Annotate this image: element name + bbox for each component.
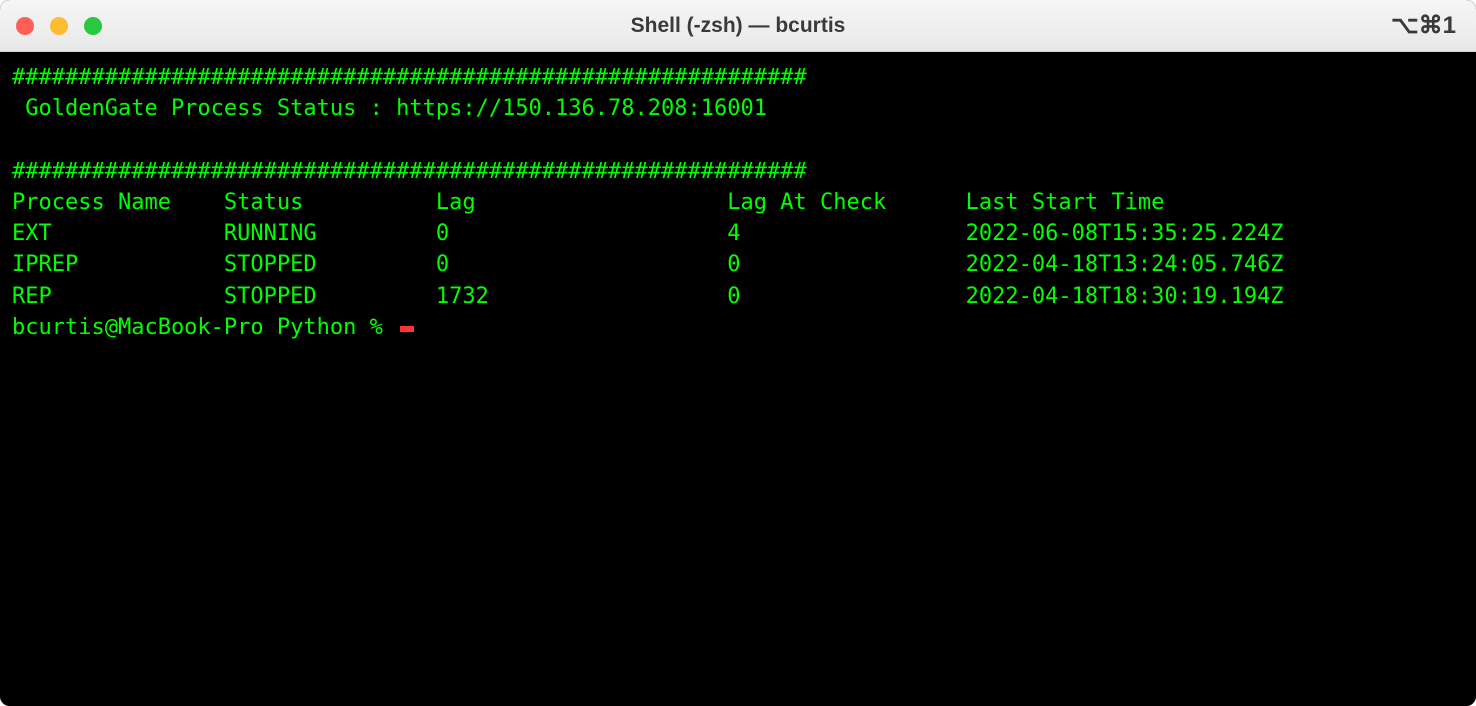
traffic-lights	[16, 17, 102, 35]
cell-laststart: 2022-04-18T13:24:05.746Z	[966, 252, 1284, 277]
table-row: REP STOPPED 1732 0 2022-04-18T18:30:19.1…	[12, 281, 1464, 312]
cell-lagcheck: 4	[727, 221, 965, 246]
cell-name: REP	[12, 284, 224, 309]
cell-name: EXT	[12, 221, 224, 246]
shell-prompt[interactable]: bcurtis@MacBook-Pro Python %	[12, 315, 396, 340]
col-header-lagcheck: Lag At Check	[727, 190, 965, 215]
divider-line: ########################################…	[12, 156, 1464, 187]
window-shortcut-indicator: ⌥⌘1	[1391, 11, 1456, 40]
cell-lag: 0	[436, 221, 727, 246]
terminal-window: Shell (-zsh) — bcurtis ⌥⌘1 #############…	[0, 0, 1476, 706]
col-header-lag: Lag	[436, 190, 727, 215]
close-button[interactable]	[16, 17, 34, 35]
col-header-status: Status	[224, 190, 436, 215]
maximize-button[interactable]	[84, 17, 102, 35]
cursor	[400, 326, 414, 332]
minimize-button[interactable]	[50, 17, 68, 35]
terminal-output[interactable]: ########################################…	[0, 52, 1476, 706]
col-header-name: Process Name	[12, 190, 224, 215]
cell-lagcheck: 0	[727, 284, 965, 309]
table-row: IPREP STOPPED 0 0 2022-04-18T13:24:05.74…	[12, 249, 1464, 280]
cell-status: RUNNING	[224, 221, 436, 246]
table-header-row: Process Name Status Lag Lag At Check Las…	[12, 187, 1464, 218]
cell-lag: 0	[436, 252, 727, 277]
status-header: GoldenGate Process Status : https://150.…	[12, 93, 1464, 124]
divider-line: ########################################…	[12, 62, 1464, 93]
cell-lag: 1732	[436, 284, 727, 309]
table-row: EXT RUNNING 0 4 2022-06-08T15:35:25.224Z	[12, 218, 1464, 249]
cell-lagcheck: 0	[727, 252, 965, 277]
cell-name: IPREP	[12, 252, 224, 277]
cell-laststart: 2022-06-08T15:35:25.224Z	[966, 221, 1284, 246]
cell-status: STOPPED	[224, 252, 436, 277]
col-header-laststart: Last Start Time	[966, 190, 1165, 215]
window-title: Shell (-zsh) — bcurtis	[631, 14, 846, 38]
window-titlebar[interactable]: Shell (-zsh) — bcurtis ⌥⌘1	[0, 0, 1476, 52]
cell-status: STOPPED	[224, 284, 436, 309]
cell-laststart: 2022-04-18T18:30:19.194Z	[966, 284, 1284, 309]
blank-line	[12, 124, 1464, 155]
